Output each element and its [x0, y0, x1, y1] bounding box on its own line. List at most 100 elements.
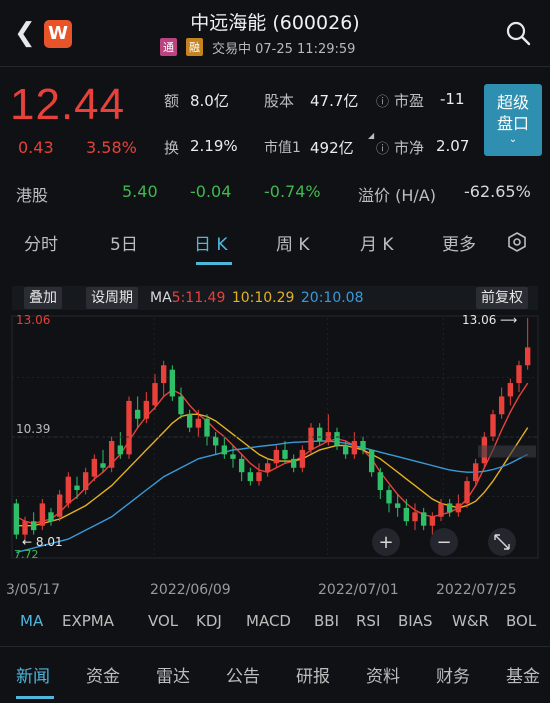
- candle-body: [377, 472, 384, 491]
- hk-change-pct: -0.74%: [264, 182, 321, 201]
- candle-body: [394, 503, 401, 508]
- period-tabs: 分时 5日 日 K 周 K 月 K 更多: [0, 220, 550, 268]
- premium-value: -62.65%: [464, 182, 531, 201]
- search-icon[interactable]: [505, 20, 531, 46]
- candle-body: [134, 409, 141, 419]
- indicator-bias[interactable]: BIAS: [398, 612, 433, 630]
- indicator-bbi[interactable]: BBI: [314, 612, 339, 630]
- ma-legend: MA5:11.49 10:10.29 20:10.08: [150, 290, 364, 306]
- tag-connect-badge: 通: [160, 38, 177, 56]
- tab-more[interactable]: 更多: [442, 230, 476, 255]
- info-icon[interactable]: ⓘ: [376, 91, 389, 110]
- tab-fund[interactable]: 基金: [506, 662, 540, 687]
- indicator-macd[interactable]: MACD: [246, 612, 291, 630]
- set-period-button[interactable]: 设周期: [86, 287, 138, 309]
- candle-body: [334, 432, 340, 446]
- candle-body: [264, 463, 271, 473]
- tab-5day[interactable]: 5日: [110, 230, 138, 255]
- y-mid-label: 10.39: [16, 422, 50, 436]
- active-news-indicator: [16, 696, 54, 699]
- candle-body: [247, 472, 254, 482]
- price-band: [478, 445, 536, 458]
- candle-body: [316, 427, 323, 442]
- x-tick-label: 2022/06/09: [150, 582, 231, 598]
- candle-body: [455, 503, 462, 513]
- candle-body: [524, 347, 531, 366]
- candle-body: [498, 396, 505, 415]
- indicator-kdj[interactable]: KDJ: [196, 612, 222, 630]
- price-change-pct: 3.58%: [86, 138, 137, 157]
- amount-label: 额: [164, 92, 180, 110]
- tab-daily-k[interactable]: 日 K: [194, 230, 228, 255]
- tab-radar[interactable]: 雷达: [156, 662, 190, 687]
- pb-value: 2.07: [436, 137, 470, 155]
- candle-body: [290, 458, 297, 468]
- tab-profile[interactable]: 资料: [366, 662, 400, 687]
- candle-body: [117, 445, 124, 455]
- indicator-expma[interactable]: EXPMA: [62, 612, 114, 630]
- tab-intraday[interactable]: 分时: [24, 230, 58, 255]
- ma10-value: 10:10.29: [231, 290, 295, 306]
- candle-body: [74, 485, 80, 491]
- hk-label: 港股: [16, 186, 49, 205]
- tab-announcements[interactable]: 公告: [226, 662, 260, 687]
- x-axis-labels: 3/05/17 2022/06/09 2022/07/01 2022/07/25: [0, 582, 550, 602]
- premium-label: 溢价 (H/A): [358, 186, 436, 205]
- adjust-button[interactable]: 前复权: [476, 287, 528, 309]
- candle-body: [152, 383, 158, 406]
- candle-body: [126, 400, 132, 455]
- candle-body: [490, 414, 496, 437]
- low-price-label: 7.72: [14, 548, 39, 561]
- candle-body: [212, 436, 219, 446]
- info-icon[interactable]: ⓘ: [376, 138, 389, 157]
- divider: [0, 66, 550, 67]
- stock-title: 中远海能 (600026): [190, 12, 360, 34]
- turnover-value: 2.19%: [190, 137, 238, 155]
- candle-body: [273, 449, 280, 464]
- y-max-label: 13.06: [16, 313, 50, 327]
- candle-body: [403, 507, 410, 522]
- indicator-ma[interactable]: MA: [20, 612, 43, 630]
- candle-body: [507, 383, 514, 397]
- x-tick-label: 3/05/17: [6, 582, 60, 598]
- overlay-button[interactable]: 叠加: [24, 287, 62, 309]
- tab-weekly-k[interactable]: 周 K: [276, 230, 310, 255]
- x-tick-label: 2022/07/25: [436, 582, 517, 598]
- candle-body: [360, 441, 366, 450]
- candle-body: [238, 458, 245, 473]
- pe-value: -11: [440, 90, 465, 108]
- candle-body: [143, 400, 150, 419]
- tab-funds[interactable]: 资金: [86, 662, 120, 687]
- candle-body: [195, 418, 202, 428]
- candle-body: [160, 365, 167, 384]
- candle-body: [221, 445, 228, 455]
- super-label-line1: 超级: [496, 93, 529, 112]
- candle-body: [204, 418, 210, 437]
- gear-icon[interactable]: [507, 232, 527, 252]
- indicator-boll[interactable]: BOL: [506, 612, 536, 630]
- indicator-wr[interactable]: W&R: [452, 612, 489, 630]
- indicator-rsi[interactable]: RSI: [356, 612, 380, 630]
- news-tabs: 新闻 资金 雷达 公告 研报 资料 财务 基金: [0, 658, 550, 698]
- price-change: 0.43: [18, 138, 54, 157]
- candle-body: [438, 503, 444, 517]
- candle-body: [446, 503, 453, 513]
- super-orderbook-button[interactable]: 超级 盘口 ⌄: [484, 84, 542, 156]
- tab-financials[interactable]: 财务: [436, 662, 470, 687]
- tab-news[interactable]: 新闻: [16, 662, 50, 687]
- indicator-vol[interactable]: VOL: [148, 612, 178, 630]
- shares-label: 股本: [264, 92, 295, 110]
- ma5-value: 5:11.49: [171, 290, 226, 306]
- tab-research[interactable]: 研报: [296, 662, 330, 687]
- candle-body: [299, 449, 306, 468]
- ma-line-ma5: [15, 382, 529, 525]
- candle-body: [420, 512, 427, 526]
- kline-chart[interactable]: 13.06 10.39 13.06 ⟶ ← 8.017.72 + −: [0, 310, 550, 580]
- candle-body: [22, 521, 28, 535]
- min-price-marker: ← 8.01: [22, 535, 63, 549]
- candle-body: [108, 441, 115, 468]
- candle-body: [13, 503, 20, 535]
- candle-body: [412, 512, 418, 522]
- tab-monthly-k[interactable]: 月 K: [360, 230, 394, 255]
- pe-label: 市盈: [394, 92, 425, 110]
